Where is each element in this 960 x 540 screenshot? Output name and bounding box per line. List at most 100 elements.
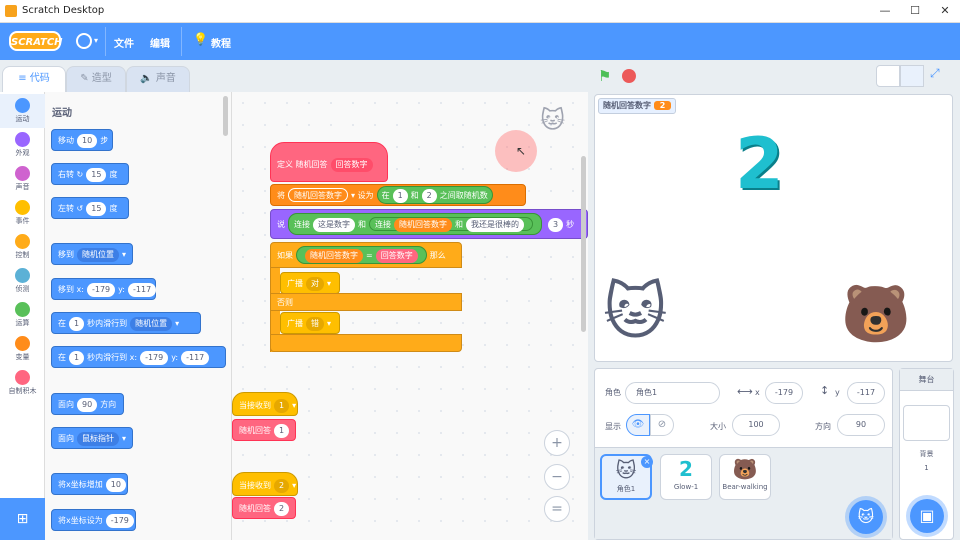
palette-scrollbar[interactable] [223,96,228,136]
edit-menu[interactable]: 编辑 [150,35,170,50]
block-turn-left[interactable]: 左转 ↺ 15 度 [51,197,129,219]
call-arg-input[interactable]: 1 [274,424,290,438]
delete-sprite-icon[interactable]: × [641,456,653,468]
stage[interactable]: 随机回答数字 2 2 🐱 🐻 [594,94,953,362]
glide-target-dropdown[interactable]: 随机位置 [130,317,173,331]
category-operators[interactable]: 运算 [0,298,45,332]
turn-right-input[interactable]: 15 [86,168,107,182]
category-events[interactable]: 事件 [0,196,45,230]
minimize-button[interactable]: — [870,0,900,23]
zoom-reset-button[interactable]: = [544,496,570,522]
tab-costumes[interactable]: ✎ 造型 [66,66,126,92]
category-sound[interactable]: 声音 [0,162,45,196]
x-input[interactable]: -179 [765,382,803,404]
variable-monitor[interactable]: 随机回答数字 2 [598,98,677,114]
block-set-x[interactable]: 将x坐标设为 -179 [51,509,136,531]
block-glide-xy[interactable]: 在 1 秒内滑行到 x: -179 y: -117 [51,346,226,368]
tab-code[interactable]: ≡ 代码 [2,66,66,92]
block-glide-to[interactable]: 在 1 秒内滑行到 随机位置 ▾ [51,312,201,334]
glide-x-input[interactable]: -179 [140,351,169,365]
move-steps-input[interactable]: 10 [77,134,98,148]
green-flag-icon[interactable]: ⚑ [598,67,611,85]
globe-icon[interactable] [76,33,92,49]
category-looks[interactable]: 外观 [0,128,45,162]
random-to-input[interactable]: 2 [421,189,437,203]
tab-sounds[interactable]: 🔈 声音 [126,66,190,92]
point-towards-dropdown[interactable]: 鼠标指针 [77,432,119,446]
block-call-random-2[interactable]: 随机回答 2 [232,497,296,519]
random-from-input[interactable]: 1 [392,189,408,203]
block-broadcast-wrong[interactable]: 广播错 ▾ [280,312,340,334]
block-set-variable[interactable]: 将随机回答数字 ▾ 设为在 1 和 2 之间取随机数 [270,184,526,206]
glide-seconds-input[interactable]: 1 [69,317,85,331]
close-button[interactable]: ✕ [930,0,960,23]
add-backdrop-button[interactable]: ▣ [910,499,944,533]
block-broadcast-right[interactable]: 广播对 ▾ [280,272,340,294]
goto-x-input[interactable]: -179 [86,283,116,297]
hide-eye-icon[interactable]: ⊘ [650,414,674,436]
script-workspace[interactable]: 定义 随机回答 回答数字 将随机回答数字 ▾ 设为在 1 和 2 之间取随机数 说连接 这是数… [232,92,588,540]
goto-target-dropdown[interactable]: 随机位置 [77,248,119,262]
block-goto[interactable]: 移到 随机位置 ▾ [51,243,133,265]
block-when-receive-2[interactable]: 当接收到 2 ▾ [232,472,298,496]
block-goto-xy[interactable]: 移到 x: -179 y: -117 [51,278,157,300]
broadcast-dropdown[interactable]: 对 [306,277,324,291]
file-menu[interactable]: 文件 [114,35,134,50]
y-input[interactable]: -117 [847,382,885,404]
param-reporter[interactable]: 回答数字 [330,158,373,172]
block-random[interactable]: 在 1 和 2 之间取随机数 [376,186,493,204]
glide-y-input[interactable]: -117 [181,351,210,365]
zoom-in-button[interactable]: + [544,430,570,456]
block-join-inner[interactable]: 连接 随机回答数字和我还是很棒的 [369,217,533,232]
show-eye-icon[interactable]: 👁 [626,414,650,436]
block-equals[interactable]: 随机回答数字 = 回答数字 [296,246,427,264]
set-x-input[interactable]: -179 [105,514,134,528]
scratch-logo[interactable]: SCRATCH [9,31,63,51]
glide-xy-seconds-input[interactable]: 1 [69,351,85,365]
call-arg-input[interactable]: 2 [274,502,290,516]
block-point-direction[interactable]: 面向 90 方向 [51,393,124,415]
param-reporter[interactable]: 回答数字 [375,249,418,263]
add-sprite-button[interactable]: 🐱 [849,500,883,534]
sprite-thumb-glow[interactable]: 2 Glow-1 [660,454,712,500]
block-when-receive-1[interactable]: 当接收到 1 ▾ [232,392,298,416]
category-sensing[interactable]: 侦测 [0,264,45,298]
workspace-scrollbar[interactable] [581,156,586,332]
block-say-for-secs[interactable]: 说连接 这是数字和连接 随机回答数字和我还是很棒的 3 秒 [270,209,588,239]
zoom-out-button[interactable]: − [544,464,570,490]
message-dropdown[interactable]: 2 [274,479,290,493]
block-define[interactable]: 定义 随机回答 回答数字 [270,142,388,182]
category-my-blocks[interactable]: 自制积木 [0,366,45,400]
direction-input[interactable]: 90 [77,398,98,412]
block-call-random-1[interactable]: 随机回答 1 [232,419,296,441]
block-change-x[interactable]: 将x坐标增加 10 [51,473,128,495]
add-extension-button[interactable]: ⊞ [0,498,45,540]
block-point-towards[interactable]: 面向 鼠标指针 ▾ [51,427,133,449]
category-motion[interactable]: 运动 [0,94,45,128]
cat-sprite-icon[interactable]: 🐱 [603,275,668,348]
glow-number-sprite[interactable]: 2 [735,123,784,205]
variable-dropdown[interactable]: 随机回答数字 [288,188,348,202]
direction-input[interactable]: 90 [837,414,885,436]
change-x-input[interactable]: 10 [105,478,126,492]
message-dropdown[interactable]: 1 [274,399,290,413]
block-if-else[interactable]: 如果 随机回答数字 = 回答数字 那么 [270,242,462,268]
size-input[interactable]: 100 [732,414,780,436]
goto-y-input[interactable]: -117 [128,283,157,297]
join-text2-input[interactable]: 我还是很棒的 [466,218,524,232]
block-join-outer[interactable]: 连接 这是数字和连接 随机回答数字和我还是很棒的 [288,213,542,235]
backdrop-thumbnail[interactable] [903,405,950,441]
stop-icon[interactable] [622,69,636,83]
category-variables[interactable]: 变量 [0,332,45,366]
large-stage-button[interactable] [900,65,924,87]
block-turn-right[interactable]: 右转 ↻ 15 度 [51,163,129,185]
block-move[interactable]: 移动 10 步 [51,129,113,151]
tutorials-menu[interactable]: 教程 [211,35,231,50]
bear-sprite-icon[interactable]: 🐻 [841,281,911,347]
category-control[interactable]: 控制 [0,230,45,264]
stage-selector[interactable]: 舞台 背景 1 ▣ [899,368,954,540]
sprite-thumb-bear[interactable]: 🐻 Bear-walking [719,454,771,500]
variable-reporter[interactable]: 随机回答数字 [305,249,363,263]
maximize-button[interactable]: ☐ [900,0,930,23]
small-stage-button[interactable] [876,65,900,87]
